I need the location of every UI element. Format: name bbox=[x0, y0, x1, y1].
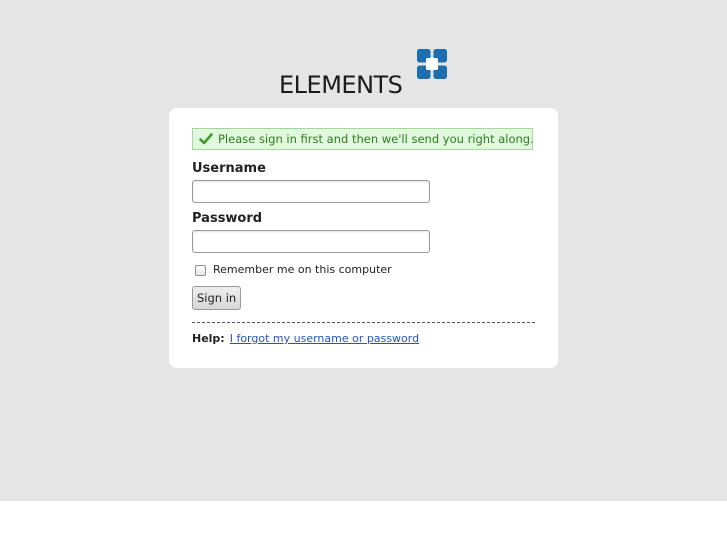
remember-me-label[interactable]: Remember me on this computer bbox=[213, 263, 392, 277]
username-input[interactable] bbox=[192, 180, 430, 203]
logo-wordmark: ELEMENTS bbox=[279, 71, 403, 99]
username-label: Username bbox=[192, 161, 266, 176]
password-label: Password bbox=[192, 211, 263, 226]
elements-logo: ELEMENTS bbox=[279, 49, 449, 99]
help-label: Help: bbox=[192, 332, 225, 345]
flash-notice: Please sign in first and then we'll send… bbox=[192, 128, 534, 150]
logo-squares-icon bbox=[417, 49, 447, 79]
checkmark-icon bbox=[199, 133, 213, 145]
remember-me-checkbox[interactable] bbox=[195, 265, 206, 276]
divider bbox=[192, 322, 535, 323]
help-row: Help: I forgot my username or password bbox=[192, 332, 419, 346]
flash-message: Please sign in first and then we'll send… bbox=[218, 132, 534, 146]
login-card: Please sign in first and then we'll send… bbox=[169, 108, 558, 368]
forgot-credentials-link[interactable]: I forgot my username or password bbox=[230, 332, 419, 345]
sign-in-button[interactable]: Sign in bbox=[192, 286, 242, 310]
password-input[interactable] bbox=[192, 230, 430, 253]
